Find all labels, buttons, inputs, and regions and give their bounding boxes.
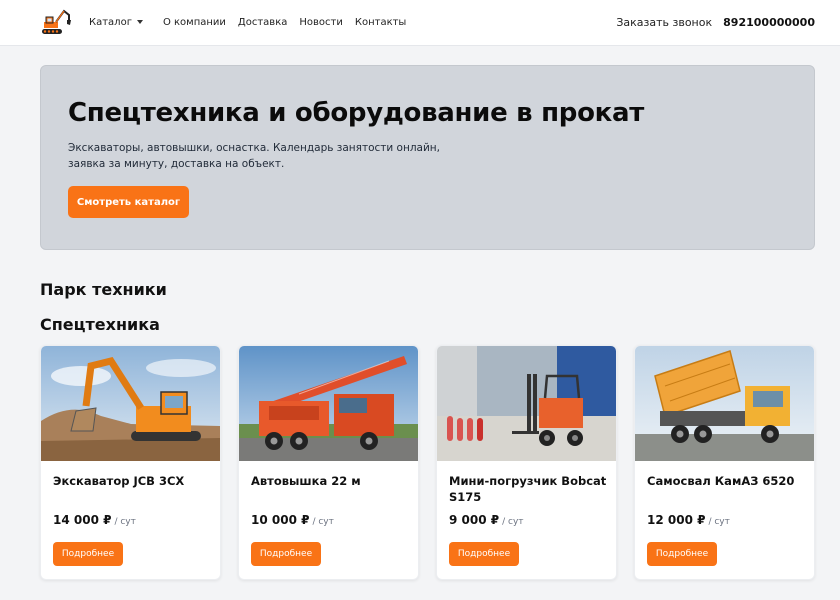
site-header: Каталог О компании Доставка Новости Конт… bbox=[0, 0, 840, 46]
product-title: Экскаватор JCB 3CX bbox=[53, 474, 185, 488]
price-unit: / сут bbox=[708, 517, 730, 527]
category-title: Спецтехника bbox=[40, 315, 160, 334]
header-contacts: Заказать звонок 892100000000 bbox=[616, 0, 815, 44]
product-card[interactable]: Экскаватор JCB 3CX 14 000 ₽ / сут Подробн… bbox=[40, 345, 221, 580]
nav-contacts[interactable]: Контакты bbox=[355, 17, 406, 28]
details-button[interactable]: Подробнее bbox=[251, 542, 321, 566]
nav-catalog[interactable]: Каталог bbox=[89, 17, 143, 28]
product-price: 12 000 ₽ / сут bbox=[647, 513, 730, 527]
excavator-photo bbox=[41, 346, 220, 461]
forklift-photo bbox=[437, 346, 616, 461]
price-value: 10 000 ₽ bbox=[251, 513, 310, 527]
chevron-down-icon bbox=[136, 20, 143, 24]
product-title: Автовышка 22 м bbox=[251, 474, 361, 488]
fleet-section-title: Парк техники bbox=[40, 280, 167, 299]
product-card[interactable]: Самосвал КамАЗ 6520 12 000 ₽ / сут Подроб… bbox=[634, 345, 815, 580]
excavator-logo-icon[interactable] bbox=[40, 5, 72, 37]
nav-catalog-label: Каталог bbox=[89, 16, 132, 28]
details-button[interactable]: Подробнее bbox=[449, 542, 519, 566]
product-title: Мини-погрузчик Bobcat S175 bbox=[449, 474, 607, 504]
product-card[interactable]: Автовышка 22 м 10 000 ₽ / сут Подробнее bbox=[238, 345, 419, 580]
nav-delivery[interactable]: Доставка bbox=[238, 17, 287, 28]
product-price: 14 000 ₽ / сут bbox=[53, 513, 136, 527]
details-button[interactable]: Подробнее bbox=[53, 542, 123, 566]
hero-title: Спецтехника и оборудование в прокат bbox=[68, 98, 644, 128]
nav-news[interactable]: Новости bbox=[299, 17, 342, 28]
product-card[interactable]: Мини-погрузчик Bobcat S175 9 000 ₽ / сут … bbox=[436, 345, 617, 580]
phone-number[interactable]: 892100000000 bbox=[723, 16, 815, 29]
product-price: 9 000 ₽ / сут bbox=[449, 513, 524, 527]
price-value: 14 000 ₽ bbox=[53, 513, 112, 527]
nav-about[interactable]: О компании bbox=[163, 17, 226, 28]
price-value: 12 000 ₽ bbox=[647, 513, 706, 527]
details-button[interactable]: Подробнее bbox=[647, 542, 717, 566]
aerial-platform-photo bbox=[239, 346, 418, 461]
product-grid: Экскаватор JCB 3CX 14 000 ₽ / сут Подробн… bbox=[40, 345, 822, 581]
hero-subtitle: Экскаваторы, автовышки, оснастка. Календ… bbox=[68, 142, 441, 170]
price-unit: / сут bbox=[502, 517, 524, 527]
product-price: 10 000 ₽ / сут bbox=[251, 513, 334, 527]
view-catalog-button[interactable]: Смотреть каталог bbox=[68, 186, 189, 218]
price-unit: / сут bbox=[114, 517, 136, 527]
hero-banner: Спецтехника и оборудование в прокат Экск… bbox=[40, 65, 815, 250]
dump-truck-photo bbox=[635, 346, 814, 461]
product-title: Самосвал КамАЗ 6520 bbox=[647, 474, 795, 488]
callback-link[interactable]: Заказать звонок bbox=[616, 16, 712, 29]
price-unit: / сут bbox=[312, 517, 334, 527]
main-nav: Каталог О компании Доставка Новости Конт… bbox=[89, 0, 418, 44]
price-value: 9 000 ₽ bbox=[449, 513, 500, 527]
